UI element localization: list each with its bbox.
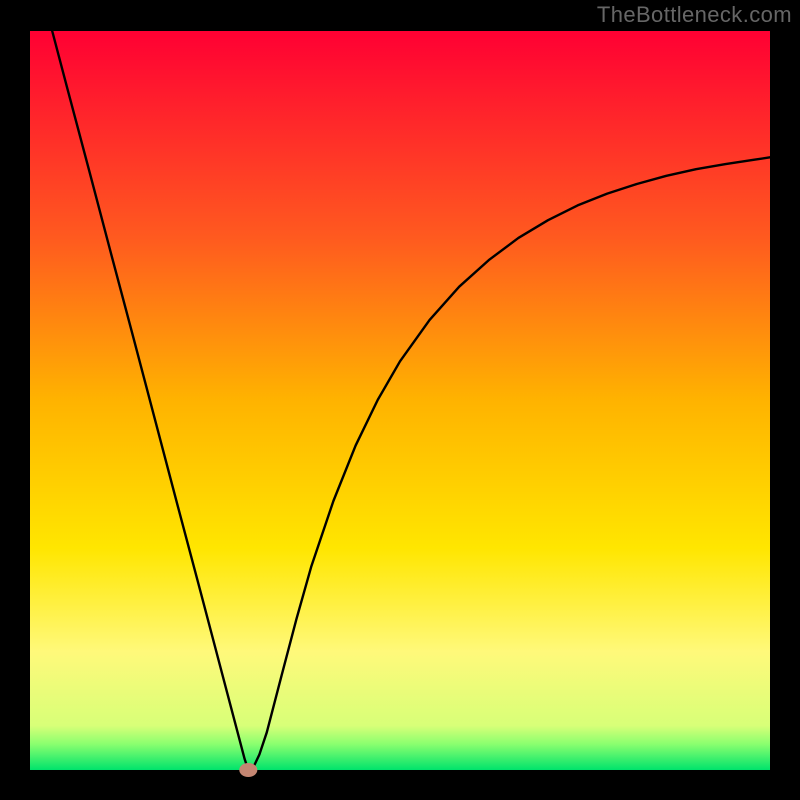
chart-svg [0, 0, 800, 800]
watermark-label: TheBottleneck.com [597, 2, 792, 28]
plot-area [30, 31, 770, 770]
marker-point [239, 763, 257, 777]
chart-container: TheBottleneck.com [0, 0, 800, 800]
